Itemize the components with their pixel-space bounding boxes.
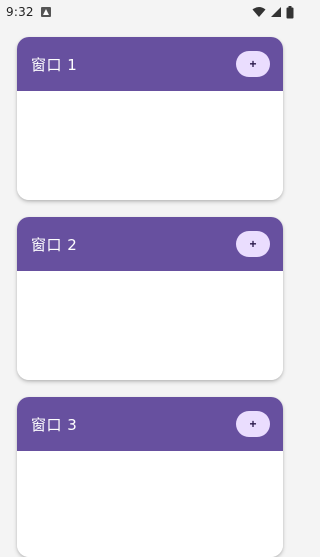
add-button[interactable]: +: [236, 231, 270, 257]
signal-icon: [271, 7, 281, 17]
card-body: [17, 451, 283, 557]
window-card-3: 窗口 3 +: [17, 397, 283, 557]
card-title: 窗口 2: [31, 235, 78, 254]
card-body: [17, 271, 283, 380]
status-icons: [252, 5, 294, 19]
battery-icon: [286, 5, 294, 18]
add-button[interactable]: +: [236, 411, 270, 437]
wifi-icon: [252, 7, 266, 17]
add-button[interactable]: +: [236, 51, 270, 77]
plus-icon: +: [249, 237, 257, 251]
card-body: [17, 91, 283, 200]
card-title: 窗口 1: [31, 55, 78, 74]
status-bar: 9:32: [0, 0, 300, 24]
card-header: 窗口 1 +: [17, 37, 283, 91]
window-card-1: 窗口 1 +: [17, 37, 283, 200]
status-time: 9:32: [6, 5, 34, 19]
plus-icon: +: [249, 417, 257, 431]
a-notification-icon: [40, 7, 51, 17]
card-title: 窗口 3: [31, 415, 78, 434]
window-card-2: 窗口 2 +: [17, 217, 283, 380]
card-header: 窗口 3 +: [17, 397, 283, 451]
plus-icon: +: [249, 57, 257, 71]
card-header: 窗口 2 +: [17, 217, 283, 271]
